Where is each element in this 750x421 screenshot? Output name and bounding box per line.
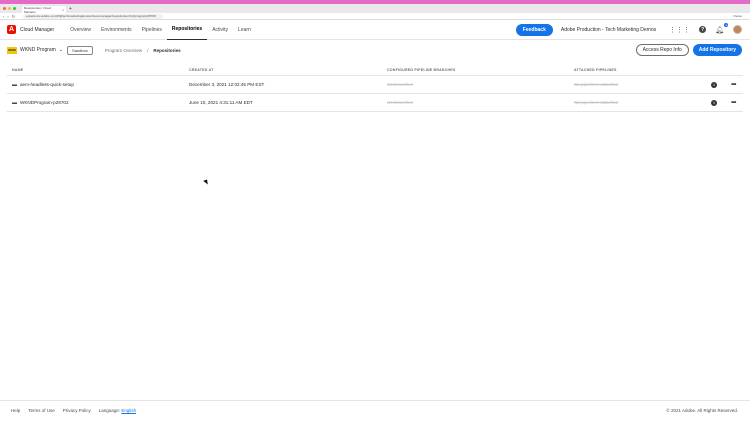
notification-count: 1	[724, 22, 728, 27]
mouse-cursor-icon	[203, 179, 209, 186]
info-icon[interactable]: i	[711, 99, 717, 106]
tab-close-icon[interactable]: ×	[62, 8, 64, 12]
forward-arrow-icon[interactable]: ›	[7, 14, 8, 19]
branches: No branches	[387, 100, 414, 105]
header-pipelines: ATTACHED PIPELINES	[574, 67, 617, 72]
header-name: NAME	[12, 67, 24, 72]
breadcrumb-program-overview[interactable]: Program Overview	[105, 48, 142, 53]
app-name[interactable]: Cloud Manager	[20, 27, 54, 33]
adobe-logo-icon[interactable]: A	[7, 25, 16, 34]
top-navigation: A Cloud Manager Overview Environments Pi…	[0, 20, 750, 40]
reload-icon[interactable]: ↻	[12, 14, 15, 19]
more-actions-icon[interactable]: •••	[731, 82, 736, 88]
window-controls[interactable]	[3, 7, 16, 10]
program-switcher[interactable]: WKND Program	[20, 47, 56, 53]
copyright: © 2021 Adobe. All Rights Reserved.	[666, 408, 738, 413]
nav-tab-environments[interactable]: Environments	[96, 20, 137, 40]
org-switcher[interactable]: Adobe Production - Tech Marketing Demos	[561, 27, 656, 33]
avatar[interactable]	[733, 25, 742, 34]
back-arrow-icon[interactable]: ‹	[3, 14, 4, 19]
page-footer: Help Terms of Use Privacy Policy Languag…	[0, 400, 750, 420]
table-header: NAME CREATED AT CONFIGURED PIPELINE BRAN…	[7, 64, 743, 76]
nav-tab-repositories[interactable]: Repositories	[166, 20, 208, 40]
nav-tab-pipelines[interactable]: Pipelines	[137, 20, 167, 40]
feedback-button[interactable]: Feedback	[515, 23, 553, 36]
branches: No branches	[387, 82, 414, 87]
pipelines: No pipelines attached	[574, 100, 619, 105]
app-grid-icon[interactable]: ⋮⋮⋮	[669, 26, 690, 34]
footer-language-link[interactable]: English	[121, 408, 136, 413]
table-row[interactable]: ▬ WKNDProgram-p29702 June 10, 2021 4:31:…	[7, 94, 743, 112]
created-at: June 10, 2021 4:31:11 AM EDT	[189, 100, 253, 105]
new-tab-button[interactable]: +	[69, 6, 72, 12]
breadcrumb-repositories: Repositories	[153, 47, 181, 53]
program-bar: WKND WKND Program ⌄ Sandbox Program Over…	[0, 40, 750, 60]
repo-name[interactable]: WKNDProgram-p29702	[20, 100, 69, 105]
nav-tab-overview[interactable]: Overview	[65, 20, 96, 40]
chevron-down-icon[interactable]: ⌄	[59, 47, 63, 53]
footer-terms-link[interactable]: Terms of Use	[28, 408, 55, 413]
pipelines: No pipelines attached	[574, 82, 619, 87]
info-icon[interactable]: i	[711, 81, 717, 88]
browser-tab-strip: Repositories | Cloud Manager × +	[0, 4, 750, 14]
add-repository-button[interactable]: Add Repository	[692, 44, 742, 56]
sandbox-badge: Sandbox	[67, 45, 93, 55]
created-at: December 3, 2021 12:02:45 PM EST	[189, 82, 265, 87]
breadcrumb-separator: /	[147, 47, 149, 53]
more-actions-icon[interactable]: •••	[731, 100, 736, 106]
address-bar[interactable]: experience.adobe.com/#/@techmarketingdem…	[23, 13, 164, 19]
nav-tab-learn[interactable]: Learn	[233, 20, 256, 40]
maximize-window-button[interactable]	[13, 7, 16, 10]
browser-tab[interactable]: Repositories | Cloud Manager ×	[22, 6, 66, 14]
notification-bell-icon[interactable]: 🔔︎ 1	[715, 22, 728, 34]
close-window-button[interactable]	[3, 7, 6, 10]
folder-icon: ▬	[12, 81, 17, 88]
breadcrumb: Program Overview / Repositories	[105, 48, 181, 53]
url-text: experience.adobe.com/#/@techmarketingdem…	[26, 14, 156, 18]
footer-help-link[interactable]: Help	[11, 408, 20, 413]
table-row[interactable]: ▬ aem-headless-quick-setup December 3, 2…	[7, 76, 743, 94]
access-repo-info-button[interactable]: Access Repo Info	[635, 44, 689, 56]
repositories-table: NAME CREATED AT CONFIGURED PIPELINE BRAN…	[7, 64, 743, 112]
folder-icon: ▬	[12, 99, 17, 106]
header-branches: CONFIGURED PIPELINE BRANCHES	[387, 67, 456, 72]
minimize-window-button[interactable]	[8, 7, 11, 10]
nav-tab-activity[interactable]: Activity	[207, 20, 233, 40]
program-badge: WKND	[7, 46, 17, 54]
help-icon[interactable]: ?	[699, 26, 707, 33]
header-created-at: CREATED AT	[189, 67, 214, 72]
pause-button[interactable]: Pause	[733, 14, 742, 18]
footer-privacy-link[interactable]: Privacy Policy	[63, 408, 91, 413]
nav-tabs: Overview Environments Pipelines Reposito…	[65, 20, 256, 40]
repo-name[interactable]: aem-headless-quick-setup	[20, 82, 74, 87]
footer-language-label: Language:	[98, 408, 121, 413]
